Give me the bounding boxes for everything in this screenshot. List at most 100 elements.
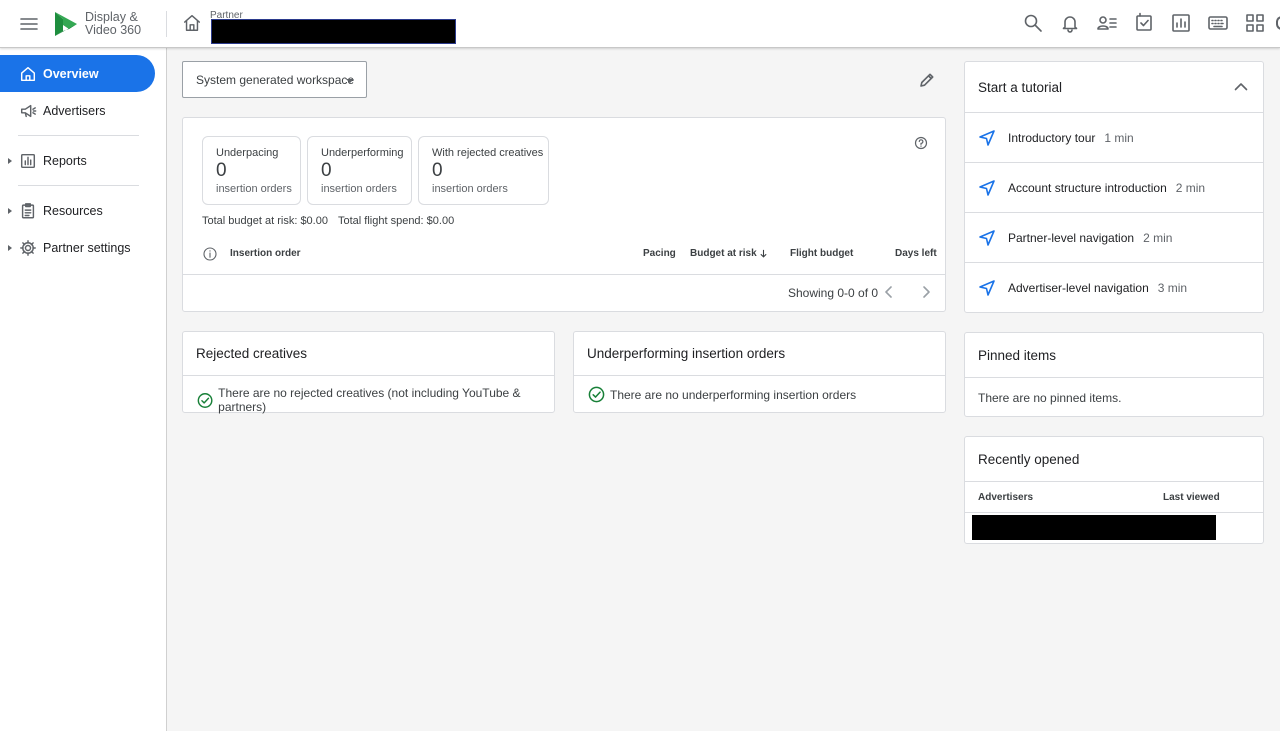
pagination-status: Showing 0-0 of 0 bbox=[788, 286, 879, 300]
tutorial-name: Account structure introduction bbox=[1008, 180, 1167, 195]
chevron-left-icon[interactable] bbox=[881, 284, 897, 300]
tutorial-item-partner-navigation[interactable]: Partner-level navigation 2 min bbox=[965, 212, 1263, 262]
dropdown-arrow-icon bbox=[346, 79, 354, 83]
report-icon bbox=[20, 153, 36, 168]
apps-grid-icon[interactable] bbox=[1244, 12, 1266, 34]
tutorial-duration: 2 min bbox=[1175, 180, 1206, 195]
bell-icon[interactable] bbox=[1059, 12, 1081, 34]
sidebar-item-partner-settings[interactable]: Partner settings bbox=[0, 229, 155, 266]
sidebar-divider bbox=[18, 185, 139, 186]
brand-line-2: Video 360 bbox=[85, 22, 142, 37]
message-text: There are no underperforming insertion o… bbox=[610, 387, 857, 402]
stat-title: With rejected creatives bbox=[432, 147, 544, 159]
sidebar-item-label: Partner settings bbox=[43, 240, 131, 255]
rejected-creatives-empty-message: There are no rejected creatives (not inc… bbox=[197, 386, 554, 414]
home-icon[interactable] bbox=[182, 13, 204, 35]
header-actions bbox=[1022, 12, 1266, 34]
search-icon[interactable] bbox=[1022, 12, 1044, 34]
stat-underperforming[interactable]: Underperforming 0 insertion orders bbox=[307, 136, 412, 205]
card-title: Underperforming insertion orders bbox=[587, 346, 786, 361]
sidebar-item-reports[interactable]: Reports bbox=[0, 142, 155, 179]
column-header-budget-at-risk[interactable]: Budget at risk bbox=[690, 248, 768, 259]
sidebar-nav: Overview Advertisers Reports Resources P… bbox=[0, 48, 167, 731]
column-header-days-left[interactable]: Days left bbox=[895, 248, 937, 259]
task-check-icon[interactable] bbox=[1133, 12, 1155, 34]
message-text: There are no rejected creatives (not inc… bbox=[218, 386, 521, 414]
column-header-label: Budget at risk bbox=[690, 248, 757, 259]
menu-icon[interactable] bbox=[18, 13, 40, 35]
info-icon[interactable] bbox=[203, 247, 217, 261]
expand-arrow-icon bbox=[8, 207, 12, 214]
account-icon[interactable] bbox=[1276, 16, 1280, 30]
stat-value: 0 bbox=[432, 160, 443, 181]
partner-name-redacted[interactable] bbox=[211, 19, 456, 44]
recent-advertiser-redacted[interactable] bbox=[972, 515, 1216, 540]
column-header-flight-budget[interactable]: Flight budget bbox=[790, 248, 853, 259]
keyboard-icon[interactable] bbox=[1207, 12, 1229, 34]
dv360-logo-icon[interactable] bbox=[52, 10, 80, 38]
stat-title: Underperforming bbox=[321, 147, 404, 159]
sidebar-divider bbox=[18, 135, 139, 136]
user-list-icon[interactable] bbox=[1096, 12, 1118, 34]
tutorial-name: Partner-level navigation bbox=[1008, 230, 1135, 245]
tutorial-item-account-structure[interactable]: Account structure introduction 2 min bbox=[965, 162, 1263, 212]
sidebar-item-label: Advertisers bbox=[43, 103, 106, 118]
card-title: Pinned items bbox=[978, 348, 1057, 363]
tutorial-item-text: Advertiser-level navigation 3 min bbox=[1008, 281, 1187, 295]
underperforming-insertion-orders-card: Underperforming insertion orders There a… bbox=[573, 331, 946, 413]
clipboard-icon bbox=[21, 202, 35, 218]
collapse-chevron-up-icon[interactable] bbox=[1232, 78, 1250, 96]
tutorial-card: Start a tutorial Introductory tour 1 min … bbox=[964, 61, 1264, 313]
pinned-items-empty-message: There are no pinned items. bbox=[978, 391, 1122, 405]
navigation-arrow-icon bbox=[979, 279, 995, 296]
sidebar-item-label: Overview bbox=[43, 66, 99, 81]
navigation-arrow-icon bbox=[979, 129, 995, 146]
tutorial-duration: 3 min bbox=[1157, 280, 1188, 295]
column-header-last-viewed: Last viewed bbox=[1163, 492, 1220, 503]
card-divider bbox=[574, 375, 945, 376]
underperforming-empty-message: There are no underperforming insertion o… bbox=[588, 386, 856, 403]
card-title: Start a tutorial bbox=[978, 80, 1063, 95]
help-icon[interactable] bbox=[914, 136, 928, 150]
sidebar-item-resources[interactable]: Resources bbox=[0, 192, 155, 229]
sidebar-item-advertisers[interactable]: Advertisers bbox=[0, 92, 155, 129]
expand-arrow-icon bbox=[8, 157, 12, 164]
stat-underpacing[interactable]: Underpacing 0 insertion orders bbox=[202, 136, 301, 205]
stat-subtitle: insertion orders bbox=[216, 183, 292, 195]
megaphone-icon bbox=[20, 104, 37, 117]
navigation-arrow-icon bbox=[979, 229, 995, 246]
check-circle-icon bbox=[588, 386, 605, 403]
home-icon bbox=[20, 66, 36, 81]
workspace-select[interactable]: System generated workspace bbox=[182, 61, 367, 98]
stat-rejected-creatives[interactable]: With rejected creatives 0 insertion orde… bbox=[418, 136, 549, 205]
brand-line-1: Display & bbox=[85, 10, 138, 24]
rejected-creatives-card: Rejected creatives There are no rejected… bbox=[182, 331, 555, 414]
column-header-advertisers: Advertisers bbox=[978, 492, 1034, 503]
stat-title: Underpacing bbox=[216, 147, 279, 159]
tutorial-item-advertiser-navigation[interactable]: Advertiser-level navigation 3 min bbox=[965, 262, 1263, 312]
header-divider bbox=[166, 11, 167, 37]
expand-arrow-icon bbox=[8, 244, 12, 251]
tutorial-name: Introductory tour bbox=[1008, 130, 1096, 145]
stat-subtitle: insertion orders bbox=[432, 183, 508, 195]
edit-pencil-icon[interactable] bbox=[917, 70, 937, 90]
sidebar-item-overview[interactable]: Overview bbox=[0, 55, 155, 92]
column-header-insertion-order[interactable]: Insertion order bbox=[230, 248, 301, 259]
card-divider bbox=[183, 375, 554, 376]
sidebar-item-label: Resources bbox=[43, 203, 103, 218]
column-header-pacing[interactable]: Pacing bbox=[643, 248, 676, 259]
table-divider bbox=[183, 274, 945, 275]
insertion-order-summary-card: Underpacing 0 insertion orders Underperf… bbox=[182, 117, 946, 312]
stat-subtitle: insertion orders bbox=[321, 183, 397, 195]
card-divider bbox=[965, 377, 1263, 378]
table-divider bbox=[965, 512, 1263, 513]
pinned-items-card: Pinned items There are no pinned items. bbox=[964, 332, 1264, 417]
tutorial-duration: 2 min bbox=[1143, 230, 1173, 245]
tutorial-item-introductory-tour[interactable]: Introductory tour 1 min bbox=[965, 112, 1263, 162]
sort-down-arrow-icon bbox=[760, 249, 767, 258]
report-chart-icon[interactable] bbox=[1170, 12, 1192, 34]
stat-value: 0 bbox=[321, 160, 332, 181]
stat-value: 0 bbox=[216, 160, 227, 181]
chevron-right-icon[interactable] bbox=[918, 284, 934, 300]
tutorial-duration: 1 min bbox=[1104, 130, 1134, 145]
